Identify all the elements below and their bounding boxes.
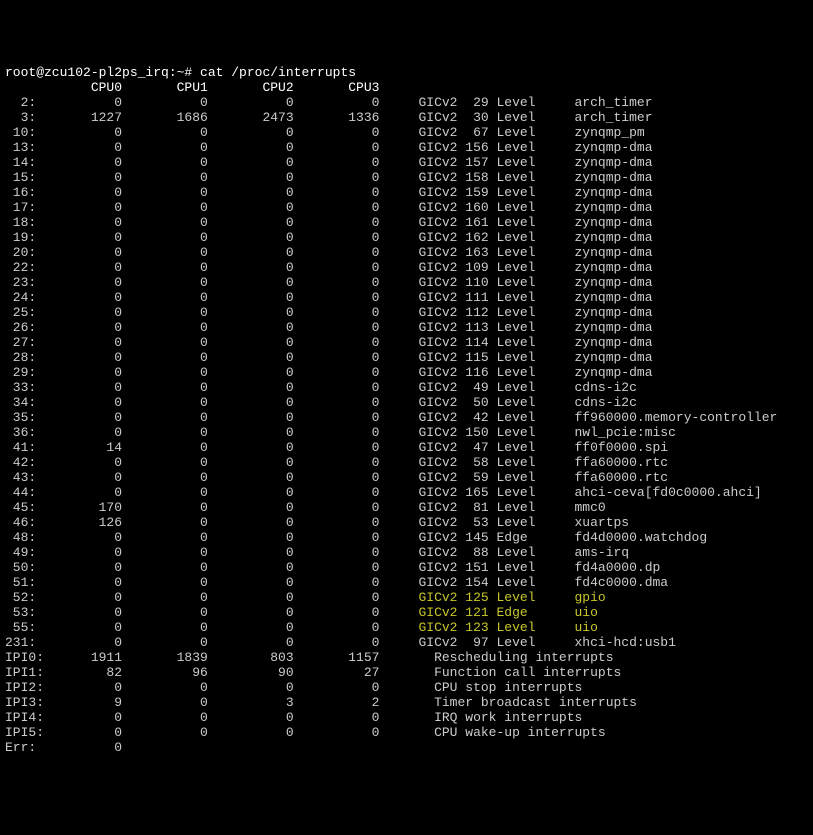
irq-row: 55: 0 0 0 0 GICv2 123 Level uio [5, 620, 598, 635]
irq-row: 43: 0 0 0 0 GICv2 59 Level ffa60000.rtc [5, 470, 668, 485]
err-row: Err: 0 [5, 740, 122, 755]
header-row: CPU0 CPU1 CPU2 CPU3 [5, 80, 379, 95]
irq-row: 13: 0 0 0 0 GICv2 156 Level zynqmp-dma [5, 140, 653, 155]
irq-row: 25: 0 0 0 0 GICv2 112 Level zynqmp-dma [5, 305, 653, 320]
irq-row: 10: 0 0 0 0 GICv2 67 Level zynqmp_pm [5, 125, 645, 140]
irq-row: 29: 0 0 0 0 GICv2 116 Level zynqmp-dma [5, 365, 653, 380]
ipi-row: IPI1: 82 96 90 27 Function call interrup… [5, 665, 621, 680]
irq-row: 26: 0 0 0 0 GICv2 113 Level zynqmp-dma [5, 320, 653, 335]
irq-row: 49: 0 0 0 0 GICv2 88 Level ams-irq [5, 545, 629, 560]
irq-row: 27: 0 0 0 0 GICv2 114 Level zynqmp-dma [5, 335, 653, 350]
irq-row: 36: 0 0 0 0 GICv2 150 Level nwl_pcie:mis… [5, 425, 676, 440]
ipi-row: IPI0: 1911 1839 803 1157 Rescheduling in… [5, 650, 614, 665]
irq-row: 28: 0 0 0 0 GICv2 115 Level zynqmp-dma [5, 350, 653, 365]
irq-row: 22: 0 0 0 0 GICv2 109 Level zynqmp-dma [5, 260, 653, 275]
irq-row: 33: 0 0 0 0 GICv2 49 Level cdns-i2c [5, 380, 637, 395]
highlighted-irq: GICv2 125 Level gpio [379, 590, 605, 605]
irq-row: 44: 0 0 0 0 GICv2 165 Level ahci-ceva[fd… [5, 485, 762, 500]
ipi-row: IPI5: 0 0 0 0 CPU wake-up interrupts [5, 725, 606, 740]
irq-row: 3: 1227 1686 2473 1336 GICv2 30 Level ar… [5, 110, 653, 125]
ipi-row: IPI3: 9 0 3 2 Timer broadcast interrupts [5, 695, 637, 710]
irq-row: 18: 0 0 0 0 GICv2 161 Level zynqmp-dma [5, 215, 653, 230]
irq-row: 16: 0 0 0 0 GICv2 159 Level zynqmp-dma [5, 185, 653, 200]
irq-row: 41: 14 0 0 0 GICv2 47 Level ff0f0000.spi [5, 440, 668, 455]
irq-row: 51: 0 0 0 0 GICv2 154 Level fd4c0000.dma [5, 575, 668, 590]
irq-row: 45: 170 0 0 0 GICv2 81 Level mmc0 [5, 500, 606, 515]
irq-row: 46: 126 0 0 0 GICv2 53 Level xuartps [5, 515, 629, 530]
irq-row: 20: 0 0 0 0 GICv2 163 Level zynqmp-dma [5, 245, 653, 260]
irq-row: 231: 0 0 0 0 GICv2 97 Level xhci-hcd:usb… [5, 635, 676, 650]
highlighted-irq: GICv2 121 Edge uio [379, 605, 597, 620]
irq-row: 34: 0 0 0 0 GICv2 50 Level cdns-i2c [5, 395, 637, 410]
irq-row: 42: 0 0 0 0 GICv2 58 Level ffa60000.rtc [5, 455, 668, 470]
ipi-row: IPI4: 0 0 0 0 IRQ work interrupts [5, 710, 582, 725]
irq-row: 17: 0 0 0 0 GICv2 160 Level zynqmp-dma [5, 200, 653, 215]
irq-row: 19: 0 0 0 0 GICv2 162 Level zynqmp-dma [5, 230, 653, 245]
prompt-line: root@zcu102-pl2ps_irq:~# cat /proc/inter… [5, 65, 356, 80]
irq-row: 24: 0 0 0 0 GICv2 111 Level zynqmp-dma [5, 290, 653, 305]
irq-row: 53: 0 0 0 0 GICv2 121 Edge uio [5, 605, 598, 620]
highlighted-irq: GICv2 123 Level uio [379, 620, 597, 635]
irq-row: 23: 0 0 0 0 GICv2 110 Level zynqmp-dma [5, 275, 653, 290]
irq-row: 2: 0 0 0 0 GICv2 29 Level arch_timer [5, 95, 653, 110]
irq-row: 14: 0 0 0 0 GICv2 157 Level zynqmp-dma [5, 155, 653, 170]
irq-row: 50: 0 0 0 0 GICv2 151 Level fd4a0000.dp [5, 560, 660, 575]
terminal-output: root@zcu102-pl2ps_irq:~# cat /proc/inter… [5, 65, 808, 755]
irq-row: 15: 0 0 0 0 GICv2 158 Level zynqmp-dma [5, 170, 653, 185]
irq-row: 35: 0 0 0 0 GICv2 42 Level ff960000.memo… [5, 410, 777, 425]
ipi-row: IPI2: 0 0 0 0 CPU stop interrupts [5, 680, 582, 695]
irq-row: 48: 0 0 0 0 GICv2 145 Edge fd4d0000.watc… [5, 530, 707, 545]
irq-row: 52: 0 0 0 0 GICv2 125 Level gpio [5, 590, 606, 605]
